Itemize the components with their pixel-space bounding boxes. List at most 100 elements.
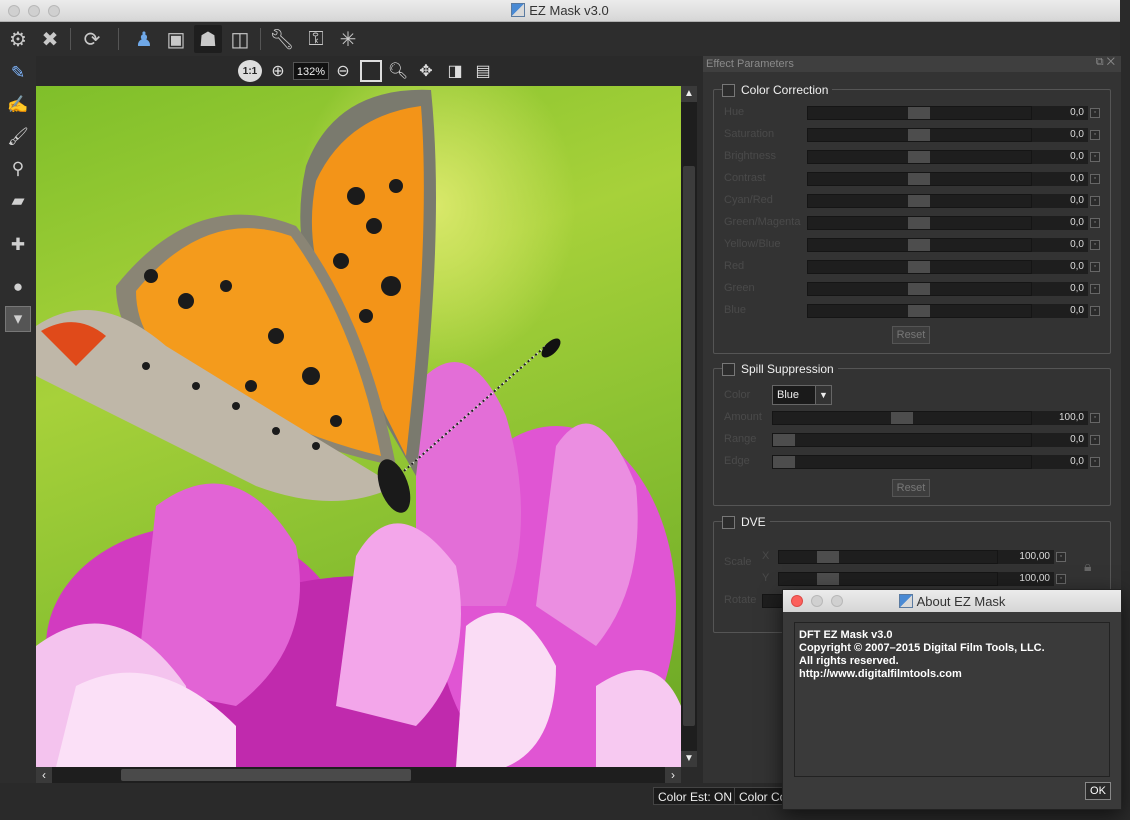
- single-view-icon[interactable]: ▤: [472, 60, 494, 82]
- foreground-person-icon[interactable]: ♟: [130, 25, 158, 53]
- scroll-right-icon[interactable]: ›: [665, 767, 681, 783]
- slider-knob[interactable]: [908, 173, 930, 185]
- param-value[interactable]: 0,0: [1032, 260, 1088, 274]
- slider-knob[interactable]: [891, 412, 913, 424]
- dve-scale-x-value[interactable]: 100,00: [998, 550, 1054, 564]
- stepper-icon[interactable]: ▫: [1056, 574, 1066, 584]
- stepper-icon[interactable]: ▫: [1056, 552, 1066, 562]
- color-estimation-status[interactable]: Color Est: ON: [653, 787, 738, 805]
- lock-icon[interactable]: 🔒︎: [1084, 558, 1091, 575]
- slider-knob[interactable]: [817, 551, 839, 563]
- slider-knob[interactable]: [773, 456, 795, 468]
- slider-knob[interactable]: [908, 305, 930, 317]
- color-swatch-icon[interactable]: ▾: [5, 306, 31, 332]
- brush-tool-icon[interactable]: ✎: [5, 60, 31, 86]
- param-slider[interactable]: [772, 455, 1032, 469]
- stepper-icon[interactable]: ▫: [1090, 174, 1100, 184]
- refresh-icon[interactable]: ⟳: [78, 25, 106, 53]
- horizontal-scroll-thumb[interactable]: [121, 769, 411, 781]
- param-slider[interactable]: [807, 304, 1032, 318]
- param-slider[interactable]: [772, 411, 1032, 425]
- spill-color-select[interactable]: Blue ▼: [772, 385, 832, 405]
- brush-size-icon[interactable]: ●: [5, 274, 31, 300]
- vertical-scrollbar[interactable]: ▲ ▼: [681, 86, 697, 767]
- vertical-scroll-thumb[interactable]: [683, 166, 695, 726]
- zoom-in-icon[interactable]: ⊕: [266, 60, 290, 82]
- dve-scale-x-slider[interactable]: [778, 550, 998, 564]
- param-slider[interactable]: [807, 260, 1032, 274]
- param-value[interactable]: 0,0: [1032, 455, 1088, 469]
- stepper-icon[interactable]: ▫: [1090, 413, 1100, 423]
- slider-knob[interactable]: [908, 195, 930, 207]
- slider-knob[interactable]: [908, 239, 930, 251]
- wrench-icon[interactable]: 🔧︎: [268, 25, 296, 53]
- color-correction-status[interactable]: Color Co: [734, 787, 784, 805]
- slider-knob[interactable]: [908, 261, 930, 273]
- scroll-up-icon[interactable]: ▲: [681, 86, 697, 102]
- param-value[interactable]: 0,0: [1032, 433, 1088, 447]
- slider-knob[interactable]: [908, 129, 930, 141]
- fit-view-icon[interactable]: [360, 60, 382, 82]
- param-slider[interactable]: [807, 238, 1032, 252]
- stepper-icon[interactable]: ▫: [1090, 457, 1100, 467]
- param-slider[interactable]: [807, 282, 1032, 296]
- dve-scale-y-value[interactable]: 100,00: [998, 572, 1054, 586]
- close-icon[interactable]: ✖: [36, 25, 64, 53]
- slider-knob[interactable]: [908, 151, 930, 163]
- param-value[interactable]: 0,0: [1032, 150, 1088, 164]
- slider-knob[interactable]: [908, 283, 930, 295]
- ok-button[interactable]: OK: [1085, 782, 1111, 800]
- subject-icon[interactable]: ☗: [194, 25, 222, 53]
- param-value[interactable]: 0,0: [1032, 128, 1088, 142]
- stepper-icon[interactable]: ▫: [1090, 262, 1100, 272]
- horizontal-scrollbar[interactable]: ‹ ›: [36, 767, 681, 783]
- scroll-down-icon[interactable]: ▼: [681, 751, 697, 767]
- panel-float-icon[interactable]: ⧉ ✕: [1096, 56, 1115, 69]
- param-slider[interactable]: [807, 150, 1032, 164]
- zoom-tool-icon[interactable]: 🔍︎: [386, 60, 410, 82]
- stepper-icon[interactable]: ▫: [1090, 152, 1100, 162]
- param-slider[interactable]: [807, 216, 1032, 230]
- background-image-icon[interactable]: ▣: [162, 25, 190, 53]
- color-correction-checkbox[interactable]: [722, 83, 735, 97]
- pan-tool-icon[interactable]: ✥: [414, 60, 438, 82]
- stepper-icon[interactable]: ▫: [1090, 284, 1100, 294]
- zoom-out-icon[interactable]: ⊖: [331, 60, 355, 82]
- actual-size-button[interactable]: 1:1: [238, 60, 262, 82]
- spill-suppression-checkbox[interactable]: [722, 362, 735, 376]
- stepper-icon[interactable]: ▫: [1090, 435, 1100, 445]
- foreground-brush-icon[interactable]: ✍: [5, 92, 31, 118]
- stepper-icon[interactable]: ▫: [1090, 218, 1100, 228]
- param-value[interactable]: 0,0: [1032, 304, 1088, 318]
- param-value[interactable]: 0,0: [1032, 238, 1088, 252]
- scroll-left-icon[interactable]: ‹: [36, 767, 52, 783]
- slider-knob[interactable]: [908, 217, 930, 229]
- stepper-icon[interactable]: ▫: [1090, 196, 1100, 206]
- param-value[interactable]: 0,0: [1032, 106, 1088, 120]
- mask-settings-icon[interactable]: ⚿: [302, 25, 330, 53]
- dve-checkbox[interactable]: [722, 515, 735, 529]
- background-brush-icon[interactable]: 🖌︎: [5, 124, 31, 150]
- param-slider[interactable]: [807, 128, 1032, 142]
- fill-icon[interactable]: ✚: [5, 232, 31, 258]
- slider-knob[interactable]: [817, 573, 839, 585]
- param-slider[interactable]: [772, 433, 1032, 447]
- magic-wand-icon[interactable]: ✳: [334, 25, 362, 53]
- param-value[interactable]: 0,0: [1032, 172, 1088, 186]
- param-value[interactable]: 0,0: [1032, 216, 1088, 230]
- param-slider[interactable]: [807, 172, 1032, 186]
- dve-scale-y-slider[interactable]: [778, 572, 998, 586]
- color-correction-reset-button[interactable]: Reset: [892, 326, 930, 344]
- dropper-icon[interactable]: ⚲: [5, 156, 31, 182]
- split-view-icon[interactable]: ◨: [444, 60, 466, 82]
- spill-suppression-reset-button[interactable]: Reset: [892, 479, 930, 497]
- stepper-icon[interactable]: ▫: [1090, 108, 1100, 118]
- stepper-icon[interactable]: ▫: [1090, 130, 1100, 140]
- slider-knob[interactable]: [773, 434, 795, 446]
- param-value[interactable]: 0,0: [1032, 194, 1088, 208]
- param-slider[interactable]: [807, 194, 1032, 208]
- param-value[interactable]: 0,0: [1032, 282, 1088, 296]
- image-canvas[interactable]: [36, 86, 681, 767]
- compare-icon[interactable]: ◫: [226, 25, 254, 53]
- param-slider[interactable]: [807, 106, 1032, 120]
